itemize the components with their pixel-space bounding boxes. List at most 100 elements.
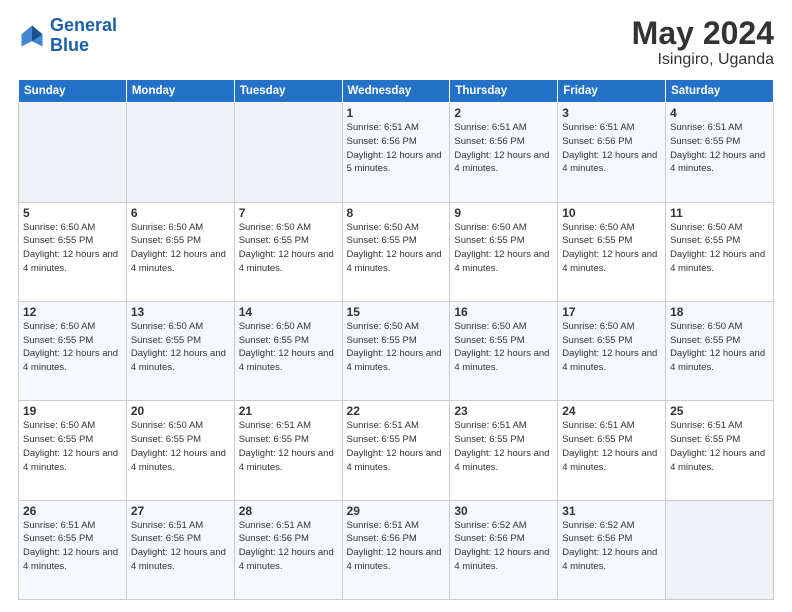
day-number: 23 [454, 404, 553, 418]
calendar-week-row: 5 Sunrise: 6:50 AM Sunset: 6:55 PM Dayli… [19, 202, 774, 301]
daylight-text: Daylight: 12 hours and 4 minutes. [562, 448, 657, 473]
sunrise-text: Sunrise: 6:50 AM [239, 222, 311, 233]
weekday-header-cell: Thursday [450, 80, 558, 103]
day-number: 19 [23, 404, 122, 418]
day-number: 21 [239, 404, 338, 418]
calendar-day-cell: 21 Sunrise: 6:51 AM Sunset: 6:55 PM Dayl… [234, 401, 342, 500]
day-number: 15 [347, 305, 446, 319]
day-number: 6 [131, 206, 230, 220]
daylight-text: Daylight: 12 hours and 4 minutes. [23, 249, 118, 274]
daylight-text: Daylight: 12 hours and 4 minutes. [23, 448, 118, 473]
day-number: 26 [23, 504, 122, 518]
weekday-header-cell: Tuesday [234, 80, 342, 103]
calendar-day-cell: 13 Sunrise: 6:50 AM Sunset: 6:55 PM Dayl… [126, 301, 234, 400]
day-number: 8 [347, 206, 446, 220]
day-number: 24 [562, 404, 661, 418]
calendar-day-cell: 12 Sunrise: 6:50 AM Sunset: 6:55 PM Dayl… [19, 301, 127, 400]
sunset-text: Sunset: 6:55 PM [454, 235, 524, 246]
day-number: 27 [131, 504, 230, 518]
daylight-text: Daylight: 12 hours and 4 minutes. [23, 547, 118, 572]
sunrise-text: Sunrise: 6:52 AM [454, 520, 526, 531]
header: General Blue May 2024 Isingiro, Uganda [18, 16, 774, 69]
daylight-text: Daylight: 12 hours and 4 minutes. [670, 249, 765, 274]
day-info: Sunrise: 6:50 AM Sunset: 6:55 PM Dayligh… [239, 320, 338, 375]
daylight-text: Daylight: 12 hours and 4 minutes. [347, 547, 442, 572]
calendar-week-row: 1 Sunrise: 6:51 AM Sunset: 6:56 PM Dayli… [19, 103, 774, 202]
calendar-day-cell: 1 Sunrise: 6:51 AM Sunset: 6:56 PM Dayli… [342, 103, 450, 202]
sunrise-text: Sunrise: 6:52 AM [562, 520, 634, 531]
sunset-text: Sunset: 6:56 PM [454, 533, 524, 544]
daylight-text: Daylight: 12 hours and 4 minutes. [347, 249, 442, 274]
calendar-page: General Blue May 2024 Isingiro, Uganda S… [0, 0, 792, 612]
sunrise-text: Sunrise: 6:51 AM [347, 520, 419, 531]
weekday-header-cell: Saturday [666, 80, 774, 103]
day-info: Sunrise: 6:50 AM Sunset: 6:55 PM Dayligh… [562, 320, 661, 375]
day-info: Sunrise: 6:50 AM Sunset: 6:55 PM Dayligh… [670, 320, 769, 375]
calendar-day-cell: 11 Sunrise: 6:50 AM Sunset: 6:55 PM Dayl… [666, 202, 774, 301]
calendar-day-cell: 8 Sunrise: 6:50 AM Sunset: 6:55 PM Dayli… [342, 202, 450, 301]
daylight-text: Daylight: 12 hours and 4 minutes. [562, 547, 657, 572]
calendar-day-cell: 5 Sunrise: 6:50 AM Sunset: 6:55 PM Dayli… [19, 202, 127, 301]
sunrise-text: Sunrise: 6:50 AM [347, 321, 419, 332]
weekday-header-cell: Monday [126, 80, 234, 103]
day-info: Sunrise: 6:50 AM Sunset: 6:55 PM Dayligh… [670, 221, 769, 276]
sunrise-text: Sunrise: 6:50 AM [131, 222, 203, 233]
sunrise-text: Sunrise: 6:51 AM [670, 122, 742, 133]
calendar-day-cell: 22 Sunrise: 6:51 AM Sunset: 6:55 PM Dayl… [342, 401, 450, 500]
day-number: 5 [23, 206, 122, 220]
sunrise-text: Sunrise: 6:51 AM [454, 122, 526, 133]
sunset-text: Sunset: 6:55 PM [131, 434, 201, 445]
calendar-day-cell: 23 Sunrise: 6:51 AM Sunset: 6:55 PM Dayl… [450, 401, 558, 500]
sunset-text: Sunset: 6:56 PM [454, 136, 524, 147]
sunrise-text: Sunrise: 6:51 AM [670, 420, 742, 431]
day-info: Sunrise: 6:51 AM Sunset: 6:56 PM Dayligh… [239, 519, 338, 574]
day-number: 3 [562, 106, 661, 120]
day-info: Sunrise: 6:51 AM Sunset: 6:55 PM Dayligh… [347, 419, 446, 474]
sunrise-text: Sunrise: 6:50 AM [454, 222, 526, 233]
sunrise-text: Sunrise: 6:50 AM [670, 321, 742, 332]
day-info: Sunrise: 6:50 AM Sunset: 6:55 PM Dayligh… [454, 221, 553, 276]
sunset-text: Sunset: 6:55 PM [347, 335, 417, 346]
sunrise-text: Sunrise: 6:51 AM [454, 420, 526, 431]
daylight-text: Daylight: 12 hours and 4 minutes. [670, 448, 765, 473]
month-title: May 2024 [632, 16, 774, 51]
daylight-text: Daylight: 12 hours and 4 minutes. [239, 547, 334, 572]
sunset-text: Sunset: 6:55 PM [239, 434, 309, 445]
day-info: Sunrise: 6:50 AM Sunset: 6:55 PM Dayligh… [23, 320, 122, 375]
day-number: 2 [454, 106, 553, 120]
day-number: 25 [670, 404, 769, 418]
daylight-text: Daylight: 12 hours and 4 minutes. [131, 348, 226, 373]
sunrise-text: Sunrise: 6:50 AM [562, 321, 634, 332]
calendar-day-cell: 24 Sunrise: 6:51 AM Sunset: 6:55 PM Dayl… [558, 401, 666, 500]
sunset-text: Sunset: 6:56 PM [562, 136, 632, 147]
daylight-text: Daylight: 12 hours and 4 minutes. [454, 249, 549, 274]
sunset-text: Sunset: 6:55 PM [239, 335, 309, 346]
daylight-text: Daylight: 12 hours and 4 minutes. [347, 348, 442, 373]
day-info: Sunrise: 6:50 AM Sunset: 6:55 PM Dayligh… [347, 320, 446, 375]
sunset-text: Sunset: 6:56 PM [131, 533, 201, 544]
logo-text: General Blue [50, 16, 117, 56]
day-number: 4 [670, 106, 769, 120]
day-info: Sunrise: 6:51 AM Sunset: 6:56 PM Dayligh… [347, 121, 446, 176]
sunset-text: Sunset: 6:55 PM [454, 434, 524, 445]
sunset-text: Sunset: 6:55 PM [670, 335, 740, 346]
calendar-day-cell: 30 Sunrise: 6:52 AM Sunset: 6:56 PM Dayl… [450, 500, 558, 599]
day-info: Sunrise: 6:52 AM Sunset: 6:56 PM Dayligh… [454, 519, 553, 574]
daylight-text: Daylight: 12 hours and 4 minutes. [454, 348, 549, 373]
calendar-week-row: 19 Sunrise: 6:50 AM Sunset: 6:55 PM Dayl… [19, 401, 774, 500]
day-number: 31 [562, 504, 661, 518]
sunset-text: Sunset: 6:55 PM [23, 335, 93, 346]
calendar-table: SundayMondayTuesdayWednesdayThursdayFrid… [18, 79, 774, 600]
daylight-text: Daylight: 12 hours and 4 minutes. [562, 150, 657, 175]
daylight-text: Daylight: 12 hours and 4 minutes. [23, 348, 118, 373]
sunrise-text: Sunrise: 6:50 AM [23, 420, 95, 431]
day-number: 28 [239, 504, 338, 518]
day-number: 20 [131, 404, 230, 418]
sunrise-text: Sunrise: 6:50 AM [23, 321, 95, 332]
daylight-text: Daylight: 12 hours and 4 minutes. [131, 249, 226, 274]
day-info: Sunrise: 6:51 AM Sunset: 6:55 PM Dayligh… [562, 419, 661, 474]
logo-line2: Blue [50, 35, 89, 55]
sunset-text: Sunset: 6:56 PM [562, 533, 632, 544]
logo: General Blue [18, 16, 117, 56]
day-info: Sunrise: 6:51 AM Sunset: 6:56 PM Dayligh… [562, 121, 661, 176]
